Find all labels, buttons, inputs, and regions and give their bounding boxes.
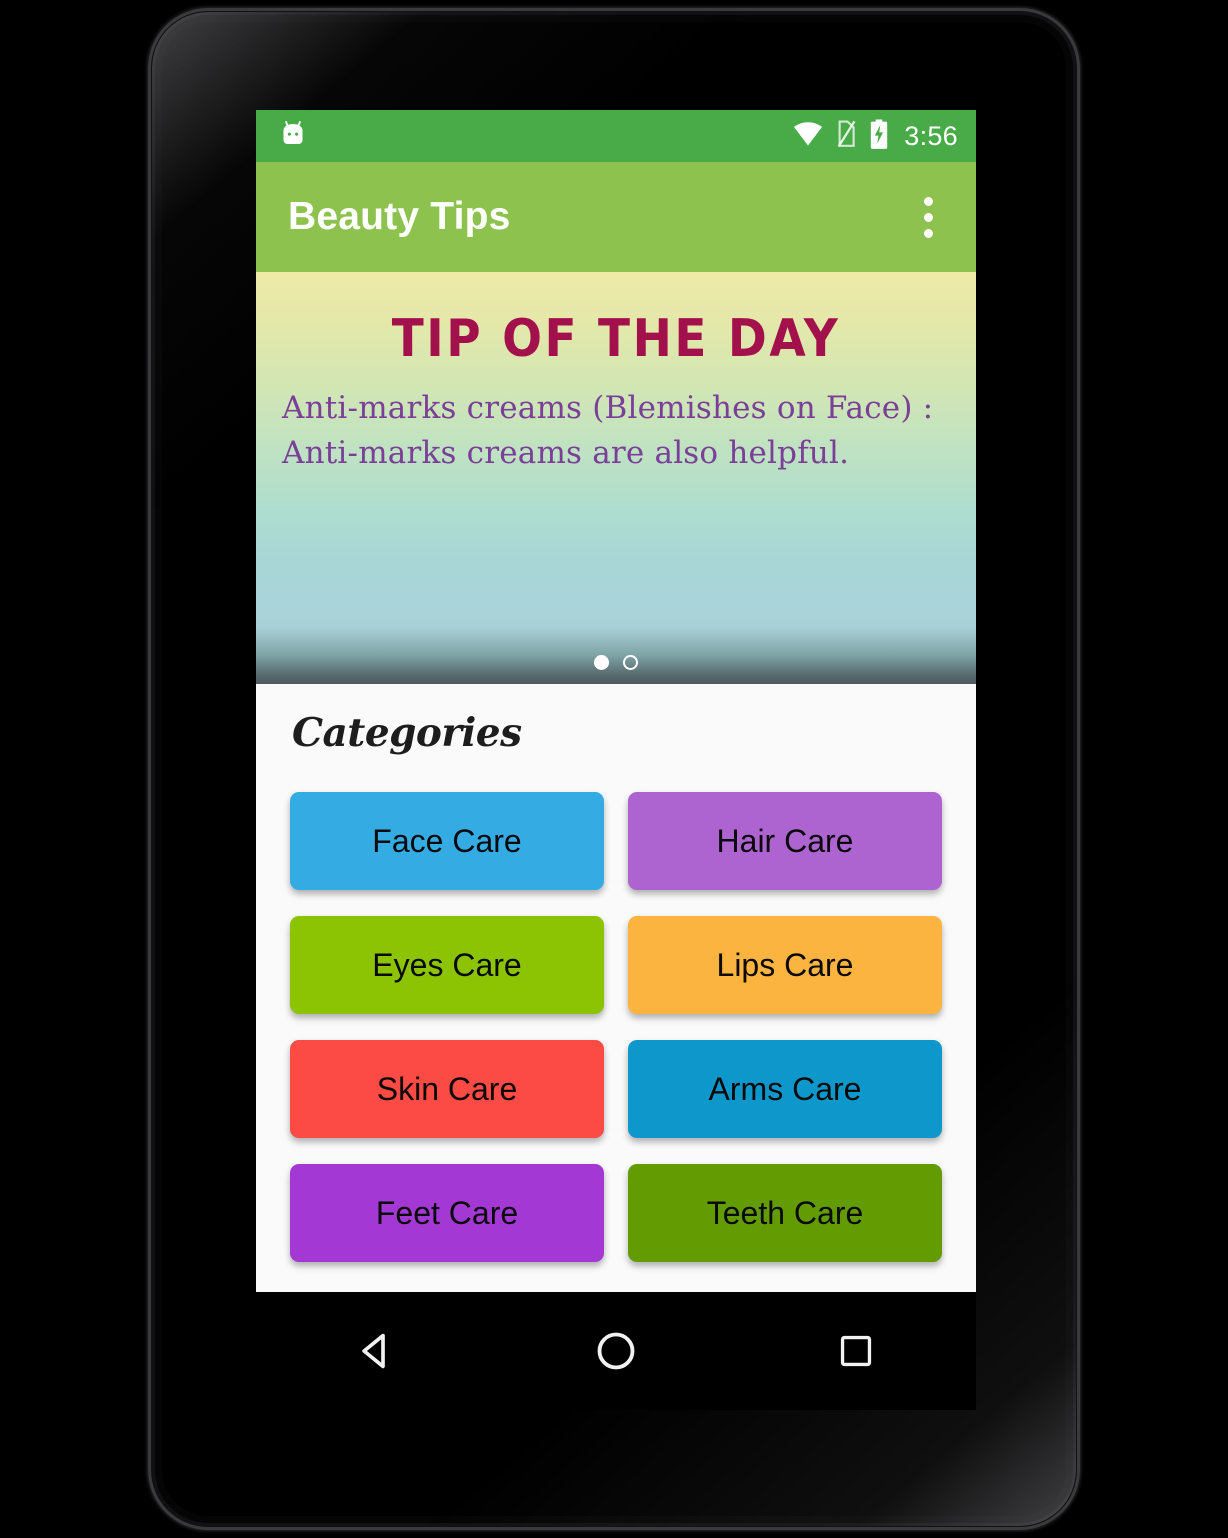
tip-of-the-day-text: Anti-marks creams (Blemishes on Face) : … bbox=[282, 390, 934, 471]
categories-section: Categories Face Care Hair Care Eyes Care… bbox=[256, 684, 976, 1292]
categories-heading: Categories bbox=[292, 710, 522, 756]
page-dot-active[interactable] bbox=[594, 655, 609, 670]
app-title: Beauty Tips bbox=[288, 195, 511, 238]
category-button-face-care[interactable]: Face Care bbox=[290, 792, 604, 890]
category-button-skin-care[interactable]: Skin Care bbox=[290, 1040, 604, 1138]
status-bar-notifications bbox=[278, 119, 308, 154]
page-dot-inactive[interactable] bbox=[623, 655, 638, 670]
status-bar-system-icons: 3:56 bbox=[793, 119, 958, 154]
category-label: Face Care bbox=[372, 822, 522, 859]
android-robot-icon bbox=[278, 119, 308, 154]
overflow-dot bbox=[923, 196, 933, 206]
category-button-arms-care[interactable]: Arms Care bbox=[628, 1040, 942, 1138]
category-label: Arms Care bbox=[708, 1070, 862, 1107]
recents-square-icon[interactable] bbox=[811, 1306, 901, 1396]
category-button-eyes-care[interactable]: Eyes Care bbox=[290, 916, 604, 1014]
category-grid: Face Care Hair Care Eyes Care Lips Care … bbox=[290, 792, 942, 1262]
phone-screen: 3:56 Beauty Tips TIP OF THE DAY Anti-mar… bbox=[256, 110, 976, 1292]
category-label: Teeth Care bbox=[706, 1194, 864, 1231]
overflow-dot bbox=[923, 228, 933, 238]
category-label: Hair Care bbox=[716, 822, 854, 859]
tip-of-the-day-title: TIP OF THE DAY bbox=[391, 307, 841, 369]
category-button-feet-care[interactable]: Feet Care bbox=[290, 1164, 604, 1262]
category-button-teeth-care[interactable]: Teeth Care bbox=[628, 1164, 942, 1262]
category-label: Skin Care bbox=[376, 1070, 518, 1107]
category-button-lips-care[interactable]: Lips Care bbox=[628, 916, 942, 1014]
category-label: Eyes Care bbox=[372, 946, 522, 983]
status-bar-clock: 3:56 bbox=[904, 120, 958, 151]
android-navigation-bar bbox=[256, 1292, 976, 1410]
back-triangle-icon[interactable] bbox=[331, 1306, 421, 1396]
overflow-menu-icon[interactable] bbox=[906, 189, 950, 245]
carousel-page-indicator[interactable] bbox=[256, 655, 976, 670]
status-bar: 3:56 bbox=[256, 110, 976, 162]
overflow-dot bbox=[923, 212, 933, 222]
tip-of-the-day-carousel[interactable]: TIP OF THE DAY Anti-marks creams (Blemis… bbox=[256, 272, 976, 684]
wifi-icon bbox=[793, 121, 823, 152]
battery-charging-icon bbox=[869, 119, 889, 154]
category-label: Lips Care bbox=[716, 946, 854, 983]
no-sim-icon bbox=[835, 119, 857, 153]
app-bar: Beauty Tips bbox=[256, 162, 976, 272]
category-label: Feet Care bbox=[375, 1194, 519, 1231]
home-circle-icon[interactable] bbox=[571, 1306, 661, 1396]
category-button-hair-care[interactable]: Hair Care bbox=[628, 792, 942, 890]
